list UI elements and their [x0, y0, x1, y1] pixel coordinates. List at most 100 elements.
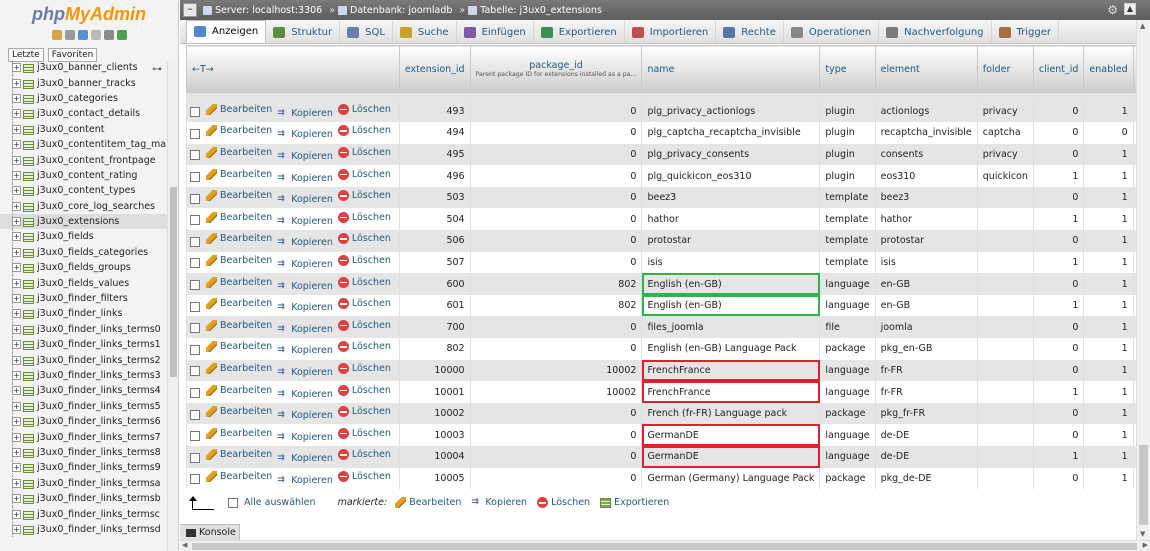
cell-name[interactable]: isis [641, 251, 820, 274]
phpmyadmin-logo[interactable]: phpMyAdmin [0, 0, 178, 30]
expand-icon[interactable]: + [12, 463, 21, 473]
bulk-export-button[interactable]: Exportieren [600, 497, 669, 508]
cell-folder[interactable] [976, 446, 1034, 468]
expand-icon[interactable]: + [12, 478, 21, 488]
delete-button[interactable]: Löschen [337, 125, 391, 137]
reload-icon[interactable] [116, 30, 127, 40]
row-checkbox[interactable] [190, 128, 200, 139]
copy-button[interactable]: ⇉ Kopieren [277, 281, 333, 292]
cell-package-id[interactable]: 0 [469, 122, 642, 144]
cell-name[interactable]: plg_captcha_recaptcha_invisible [641, 122, 820, 144]
edit-button[interactable]: Bearbeiten [206, 254, 272, 266]
expand-icon[interactable]: + [12, 401, 21, 411]
cell-folder[interactable] [976, 338, 1034, 360]
cell-name[interactable]: GermanDE [641, 446, 820, 468]
cell-enabled[interactable]: 1 [1083, 381, 1134, 403]
row-checkbox[interactable] [190, 388, 200, 399]
cell-client-id[interactable]: 1 [1032, 381, 1084, 403]
cell-element[interactable]: protostar [874, 230, 978, 252]
expand-icon[interactable]: + [12, 447, 21, 457]
delete-button[interactable]: Löschen [337, 146, 391, 158]
delete-button[interactable]: Löschen [337, 103, 391, 115]
cell-element[interactable]: beez3 [874, 186, 978, 209]
cell-package-id[interactable]: 802 [469, 294, 642, 317]
expand-icon[interactable]: + [12, 93, 21, 103]
edit-button[interactable]: Bearbeiten [206, 125, 272, 137]
nav-scrollbar[interactable] [167, 62, 178, 551]
edit-button[interactable]: Bearbeiten [206, 319, 272, 331]
tab-einfügen[interactable]: Einfügen [457, 21, 534, 43]
console-toggle[interactable]: Konsole [180, 524, 240, 541]
row-checkbox[interactable] [190, 150, 200, 161]
cell-client-id[interactable]: 0 [1032, 424, 1084, 446]
cell-name[interactable]: English (en-GB) Language Pack [641, 338, 820, 360]
header-package-id[interactable]: package_id Parent package ID for extensio… [469, 45, 643, 93]
cell-enabled[interactable]: 1 [1083, 165, 1134, 187]
cell-name[interactable]: beez3 [641, 186, 820, 209]
expand-icon[interactable]: + [12, 140, 21, 150]
delete-button[interactable]: Löschen [337, 254, 391, 266]
expand-icon[interactable]: + [12, 524, 21, 534]
expand-icon[interactable]: + [12, 63, 21, 73]
delete-button[interactable]: Löschen [337, 384, 391, 396]
cell-enabled[interactable]: 1 [1083, 316, 1134, 339]
cell-type[interactable]: file [819, 316, 876, 339]
cell-extension-id[interactable]: 504 [398, 208, 471, 231]
cell-type[interactable]: package [819, 338, 876, 360]
nav-table-item[interactable]: + j3ux0_finder_links_terms5 [0, 398, 168, 414]
nav-table-item[interactable]: + j3ux0_extensions [0, 213, 168, 230]
cell-extension-id[interactable]: 10004 [398, 446, 471, 468]
cell-type[interactable]: plugin [819, 100, 876, 123]
tab-sql[interactable]: SQL [340, 21, 393, 43]
delete-button[interactable]: Löschen [337, 190, 391, 202]
scroll-up-icon[interactable]: ▲ [1140, 22, 1145, 30]
cell-folder[interactable] [976, 359, 1034, 382]
edit-button[interactable]: Bearbeiten [206, 362, 272, 374]
cell-folder[interactable] [976, 208, 1034, 231]
cell-element[interactable]: de-DE [874, 424, 978, 446]
bulk-delete-button[interactable]: Löschen [537, 497, 590, 508]
horizontal-scrollbar[interactable]: ◀ ▶ [180, 540, 1150, 551]
nav-table-item[interactable]: + j3ux0_finder_links_terms4 [0, 383, 168, 399]
nav-table-item[interactable]: + j3ux0_finder_links_termsd [0, 521, 168, 538]
row-checkbox[interactable] [190, 344, 200, 355]
nav-table-item[interactable]: + j3ux0_finder_links_termsc [0, 506, 168, 522]
edit-button[interactable]: Bearbeiten [206, 211, 272, 223]
tab-trigger[interactable]: Trigger [992, 21, 1060, 43]
cell-type[interactable]: language [819, 424, 876, 446]
help-icon[interactable] [77, 30, 88, 40]
cell-client-id[interactable]: 0 [1032, 100, 1084, 123]
copy-button[interactable]: ⇉ Kopieren [277, 237, 333, 248]
cell-type[interactable]: language [819, 359, 876, 382]
column-arrows-header[interactable]: ←T→ [186, 45, 400, 93]
header-name[interactable]: name [641, 45, 821, 93]
cell-enabled[interactable]: 1 [1083, 100, 1134, 123]
cell-extension-id[interactable]: 10003 [398, 424, 471, 446]
header-enabled[interactable]: enabled [1083, 45, 1134, 93]
edit-button[interactable]: Bearbeiten [206, 233, 272, 245]
delete-button[interactable]: Löschen [337, 233, 391, 245]
expand-icon[interactable]: + [12, 509, 21, 519]
row-checkbox[interactable] [190, 366, 200, 377]
row-checkbox[interactable] [190, 193, 200, 204]
copy-button[interactable]: ⇉ Kopieren [277, 216, 333, 227]
tab-suche[interactable]: Suche [393, 21, 457, 43]
row-checkbox[interactable] [190, 409, 200, 420]
cell-package-id[interactable]: 0 [469, 208, 642, 231]
nav-table-item[interactable]: + j3ux0_fields_groups [0, 260, 168, 276]
settings-gear-icon[interactable]: ⚙ [1107, 3, 1118, 17]
row-checkbox[interactable] [190, 236, 200, 247]
cell-name[interactable]: English (en-GB) [641, 294, 820, 317]
expand-icon[interactable]: + [12, 186, 21, 196]
nav-table-item[interactable]: + j3ux0_content [0, 121, 168, 137]
cell-name[interactable]: plg_privacy_consents [641, 143, 820, 166]
nav-table-item[interactable]: + j3ux0_finder_links [0, 306, 168, 322]
cell-element[interactable]: pkg_de-DE [874, 467, 978, 490]
cell-client-id[interactable]: 0 [1032, 467, 1084, 490]
cell-name[interactable]: protostar [641, 230, 820, 252]
cell-extension-id[interactable]: 700 [398, 316, 471, 339]
row-checkbox[interactable] [190, 474, 200, 485]
delete-button[interactable]: Löschen [337, 276, 391, 288]
cell-type[interactable]: language [819, 273, 876, 295]
expand-icon[interactable]: + [12, 278, 21, 288]
